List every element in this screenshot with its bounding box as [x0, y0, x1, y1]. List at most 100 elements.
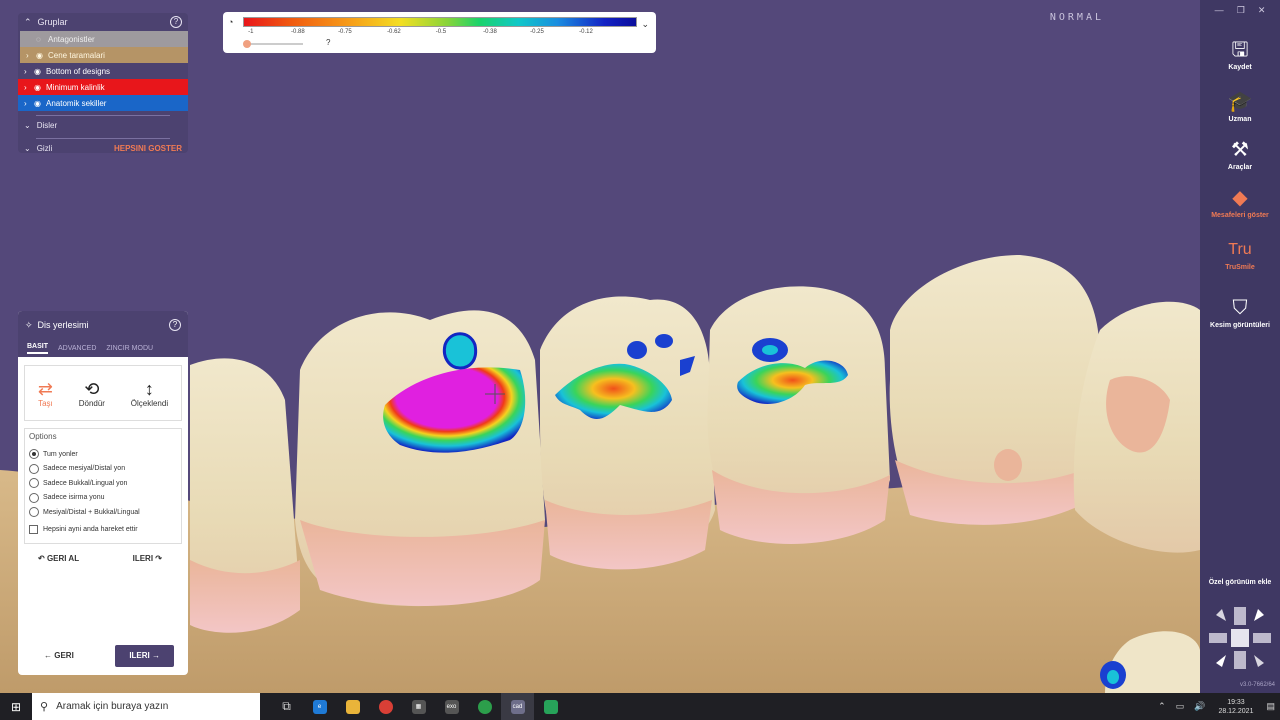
group-teeth[interactable]: ⌄ Disler: [18, 116, 188, 134]
group-hidden-label: Gizli: [36, 143, 53, 153]
scale-tool-button[interactable]: ↕ Ölçeklendi: [131, 379, 168, 408]
taskbar-search[interactable]: ⚲ Aramak için buraya yazın: [32, 693, 260, 720]
show-all-button[interactable]: HEPSINI GOSTER: [114, 144, 182, 153]
rotate-tool-label: Döndür: [78, 398, 105, 408]
checkbox[interactable]: [29, 525, 38, 535]
show-distances-button[interactable]: ◆ Mesafeleri göster: [1200, 186, 1280, 219]
add-custom-view-button[interactable]: Özel görünüm ekle: [1200, 579, 1280, 586]
chevron-down-icon[interactable]: ⌄: [641, 19, 649, 30]
scale-tick: -0.5: [435, 29, 447, 35]
radio[interactable]: [29, 507, 39, 518]
undo-button[interactable]: ↶ GERI AL: [38, 554, 79, 563]
group-hidden[interactable]: ⌄ Gizli HEPSINI GOSTER: [18, 139, 188, 157]
move-all-checkbox-row[interactable]: Hepsini ayni anda hareket ettir: [29, 523, 177, 538]
chevron-up-icon[interactable]: ⌃: [24, 17, 32, 28]
exocad-label: exo: [444, 699, 459, 714]
redo-button[interactable]: ILERI ↷: [133, 554, 162, 563]
right-sidebar: — ❐ ✕ 🖫 Kaydet 🎓 Uzman ⚒ Araçlar ◆ Mesaf…: [1200, 0, 1280, 693]
section-views-button[interactable]: ⛉ Kesim görüntüleri: [1200, 296, 1280, 329]
notifications-icon[interactable]: ▤: [1266, 701, 1275, 712]
option-mesial-buccal[interactable]: Mesiyal/Distal + Bukkal/Lingual: [29, 505, 177, 520]
chevron-right-icon[interactable]: ›: [24, 67, 34, 76]
group-item-anatomic-shapes[interactable]: › ◉ Anatomik sekiller: [18, 95, 188, 111]
gauge-icon[interactable]: ◔: [228, 17, 238, 27]
file-explorer-icon[interactable]: [336, 693, 369, 720]
radio[interactable]: [29, 463, 39, 474]
back-button[interactable]: ← GERI: [44, 645, 74, 667]
scale-tick: -1: [248, 29, 254, 35]
scale-tick: -0.12: [579, 29, 593, 35]
radio[interactable]: [29, 492, 39, 503]
eye-icon[interactable]: ◉: [34, 99, 46, 108]
section-views-label: Kesim görüntüleri: [1210, 322, 1270, 329]
green-app-icon[interactable]: [534, 693, 567, 720]
group-item-label: Anatomik sekiller: [46, 98, 107, 108]
navigation-cube-icon[interactable]: [1208, 605, 1272, 671]
graduation-cap-icon: 🎓: [1227, 91, 1253, 113]
next-button[interactable]: ILERI →: [115, 645, 174, 667]
taskbar-apps: ⧉ e ▦ exo cad: [270, 693, 567, 720]
tooth-distance-icon: ◆: [1232, 187, 1248, 209]
help-icon[interactable]: ?: [169, 319, 181, 331]
tab-advanced[interactable]: ADVANCED: [58, 345, 96, 352]
save-button[interactable]: 🖫 Kaydet: [1200, 38, 1280, 71]
chrome-profile-icon[interactable]: [369, 693, 402, 720]
expert-button[interactable]: 🎓 Uzman: [1200, 90, 1280, 123]
option-bite-direction[interactable]: Sadece isirma yonu: [29, 491, 177, 506]
eye-icon[interactable]: ◉: [36, 51, 48, 60]
threshold-slider-track[interactable]: [245, 43, 303, 45]
windows-start-icon[interactable]: ⊞: [0, 700, 32, 714]
save-label: Kaydet: [1228, 64, 1252, 71]
radio[interactable]: [29, 478, 39, 489]
tools-button[interactable]: ⚒ Araçlar: [1200, 138, 1280, 171]
rotate-tool-button[interactable]: ⟲ Döndür: [79, 379, 105, 408]
eye-icon[interactable]: ◉: [34, 83, 46, 92]
edge-browser-icon[interactable]: e: [303, 693, 336, 720]
scale-ticks: -1 -0.88 -0.75 -0.62 -0.5 -0.38 -0.25 -0…: [243, 29, 635, 39]
radio-selected[interactable]: [29, 449, 39, 460]
exocad-icon[interactable]: exo: [435, 693, 468, 720]
network-icon[interactable]: ▭: [1176, 701, 1185, 712]
group-item-bottom-of-designs[interactable]: › ◉ Bottom of designs: [18, 63, 188, 79]
undo-redo-row: ↶ GERI AL ILERI ↷: [18, 554, 188, 563]
help-icon[interactable]: ?: [170, 16, 182, 28]
chevron-down-icon[interactable]: ⌄: [24, 144, 31, 153]
groups-header[interactable]: ⌃ Gruplar ?: [18, 13, 188, 31]
chevron-right-icon[interactable]: ›: [24, 83, 34, 92]
group-item-minimum-thickness[interactable]: › ◉ Minimum kalinlik: [18, 79, 188, 95]
task-view-icon[interactable]: ⧉: [270, 693, 303, 720]
group-item-jaw-scans[interactable]: › ◉ Cene taramalari: [20, 47, 188, 63]
taskbar-clock[interactable]: 19:33 28.12.2021: [1218, 698, 1253, 716]
magic-wand-icon: ✧: [25, 319, 33, 330]
next-label: ILERI: [129, 651, 150, 660]
tab-chain-mode[interactable]: ZINCIR MODU: [106, 345, 153, 352]
redo-label: ILERI: [132, 554, 154, 563]
chevron-right-icon[interactable]: ›: [24, 99, 34, 108]
close-icon[interactable]: ✕: [1258, 5, 1266, 16]
tab-basic[interactable]: BASIT: [27, 343, 48, 354]
eye-hidden-icon[interactable]: ◌: [36, 35, 48, 44]
minimize-icon[interactable]: —: [1215, 5, 1224, 16]
window-controls: — ❐ ✕: [1200, 0, 1280, 16]
dentalcad-icon[interactable]: cad: [501, 693, 534, 720]
chevron-down-icon[interactable]: ⌄: [24, 121, 31, 130]
group-item-antagonists[interactable]: ◌ Antagonistler: [20, 31, 188, 47]
undo-icon: ↶: [38, 554, 47, 563]
scale-tick: -0.75: [338, 29, 352, 35]
calculator-icon[interactable]: ▦: [402, 693, 435, 720]
volume-icon[interactable]: 🔊: [1194, 701, 1205, 712]
chevron-up-icon[interactable]: ⌃: [1158, 701, 1166, 712]
eye-icon[interactable]: ◉: [34, 67, 46, 76]
restore-icon[interactable]: ❐: [1237, 5, 1245, 16]
chevron-right-icon[interactable]: ›: [26, 51, 36, 60]
option-all-directions[interactable]: Tum yonler: [29, 447, 177, 462]
group-item-label: Antagonistler: [48, 34, 95, 44]
expert-label: Uzman: [1228, 116, 1252, 123]
threshold-slider-handle[interactable]: [243, 40, 251, 48]
option-buccal-lingual[interactable]: Sadece Bukkal/Lingual yon: [29, 476, 177, 491]
option-mesial-distal[interactable]: Sadece mesiyal/Distal yon: [29, 462, 177, 477]
chrome-icon[interactable]: [468, 693, 501, 720]
trusmile-button[interactable]: Tru TruSmile: [1200, 238, 1280, 271]
move-tool-button[interactable]: ⇄ Taşı: [38, 379, 53, 408]
windows-taskbar: ⊞ ⚲ Aramak için buraya yazın ⧉ e ▦ exo c…: [0, 693, 1280, 720]
